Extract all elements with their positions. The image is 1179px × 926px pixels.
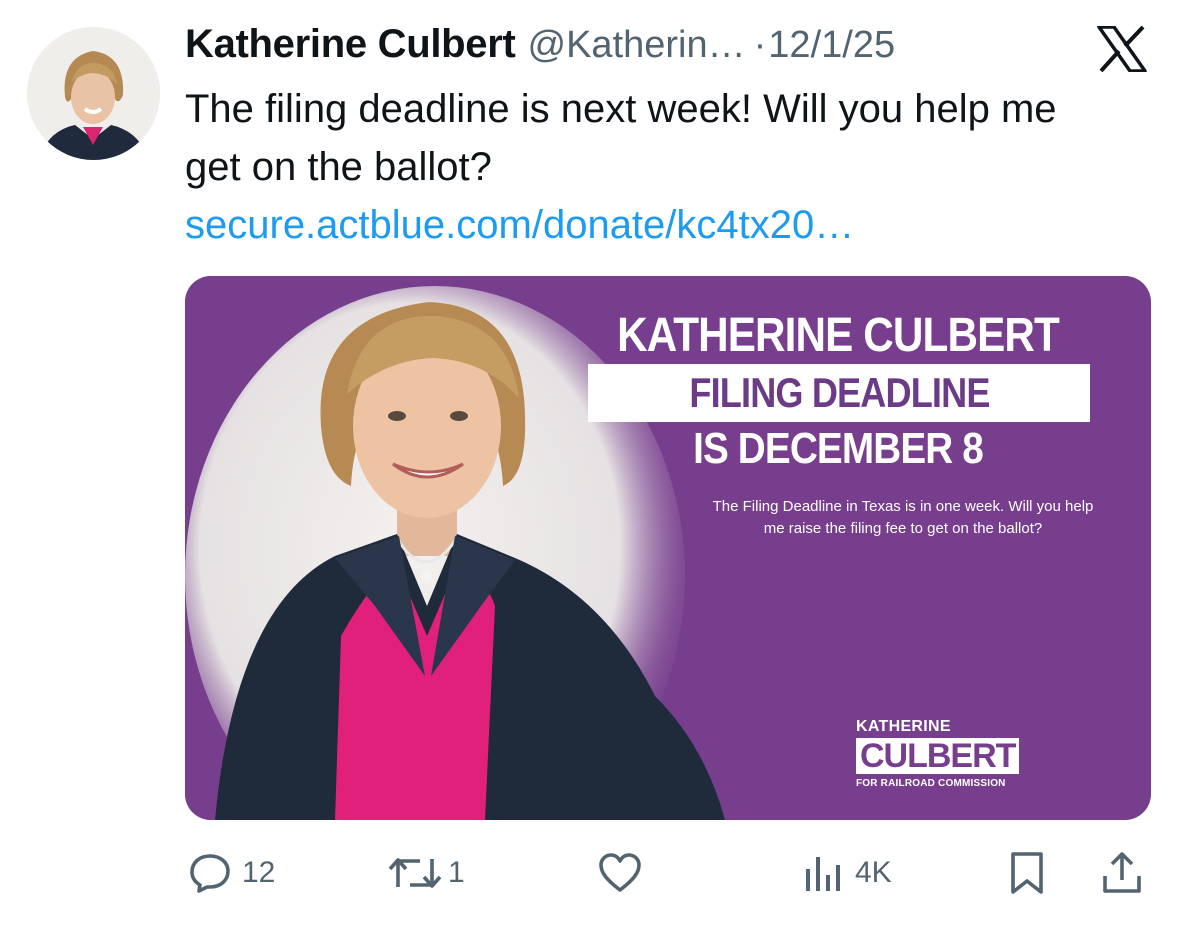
- tweet-link[interactable]: secure.actblue.com/donate/kc4tx20…: [185, 196, 1115, 254]
- x-logo-icon[interactable]: [1097, 25, 1147, 73]
- tweet: Katherine Culbert @Katherin… · 12/1/25 T…: [0, 0, 1179, 926]
- tweet-text: The filing deadline is next week! Will y…: [185, 87, 1057, 189]
- media-image[interactable]: KATHERINE CULBERT FILING DEADLINE IS DEC…: [185, 276, 1151, 820]
- tweet-header: Katherine Culbert @Katherin… · 12/1/25: [185, 22, 1069, 74]
- views-button[interactable]: 4K: [803, 840, 892, 906]
- author-name[interactable]: Katherine Culbert: [185, 22, 516, 67]
- repost-count: 1: [448, 856, 465, 889]
- brand-subtitle: FOR RAILROAD COMMISSION: [856, 778, 1006, 789]
- promo-body-text: The Filing Deadline in Texas is in one w…: [712, 498, 1094, 537]
- share-icon: [1100, 850, 1144, 896]
- reply-button[interactable]: 12: [188, 840, 275, 906]
- reply-icon: [188, 851, 232, 895]
- tweet-date[interactable]: 12/1/25: [768, 24, 895, 67]
- deadline-label: FILING DEADLINE: [688, 369, 990, 416]
- repost-icon: [386, 851, 444, 895]
- deadline-banner: FILING DEADLINE: [588, 364, 1090, 422]
- share-button[interactable]: [1100, 840, 1144, 906]
- promo-headline: KATHERINE CULBERT: [617, 309, 1060, 362]
- separator-dot: ·: [753, 24, 767, 66]
- author-handle[interactable]: @Katherin…: [528, 24, 746, 67]
- deadline-date: IS DECEMBER 8: [693, 424, 984, 473]
- campaign-logo: KATHERINE CULBERT FOR RAILROAD COMMISSIO…: [856, 718, 1036, 789]
- like-icon: [597, 851, 643, 895]
- repost-button[interactable]: 1: [386, 840, 465, 906]
- like-button[interactable]: [597, 840, 643, 906]
- reply-count: 12: [242, 856, 276, 889]
- brand-last-name: CULBERT: [856, 738, 1020, 774]
- avatar[interactable]: [27, 27, 160, 160]
- views-count: 4K: [855, 856, 892, 889]
- views-icon: [803, 851, 843, 895]
- bookmark-button[interactable]: [1008, 840, 1046, 906]
- action-bar: 12 1 4K: [0, 840, 1179, 906]
- bookmark-icon: [1008, 850, 1046, 896]
- brand-first-name: KATHERINE: [856, 718, 951, 735]
